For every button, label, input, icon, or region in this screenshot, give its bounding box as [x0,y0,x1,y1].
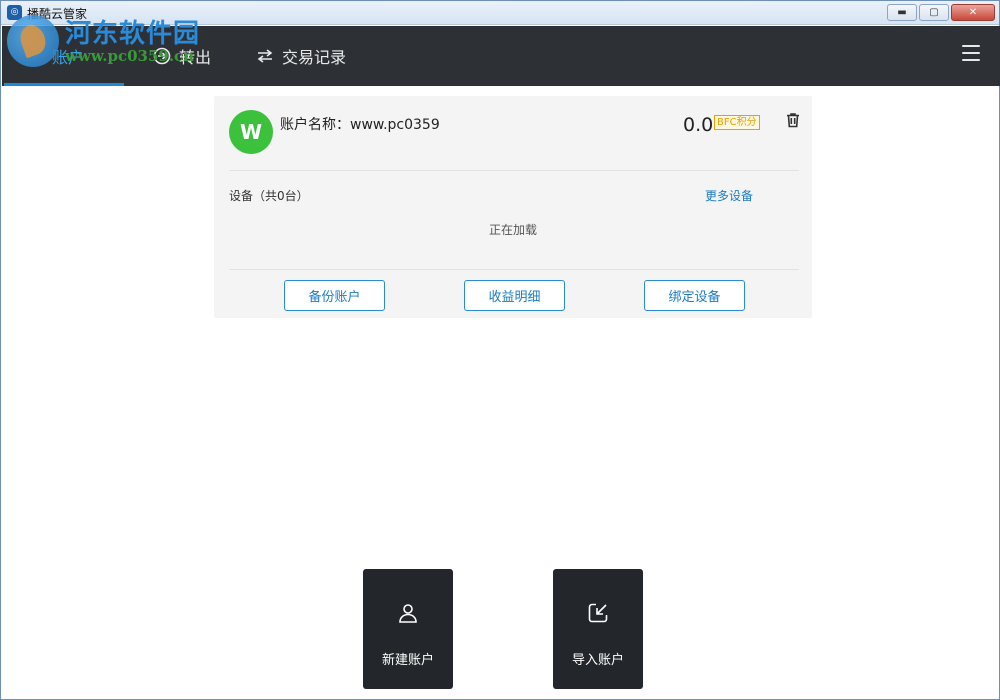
new-account-button[interactable]: 新建账户 [363,569,453,689]
account-card: W 账户名称：www.pc0359 0.0 BFC积分 设备（共0台） 更多设备… [214,96,812,318]
hamburger-menu-icon[interactable] [962,45,980,61]
delete-account-icon[interactable] [784,111,802,129]
bind-device-button[interactable]: 绑定设备 [644,280,745,311]
loading-text: 正在加载 [488,223,537,237]
app-window: ◎ 播酷云管家 ▬ ▢ ✕ 账户 转出 交易记录 河东软件园 www.pc035… [0,0,1000,700]
import-icon [587,602,609,624]
account-balance: 0.0 [683,114,714,136]
import-account-button[interactable]: 导入账户 [553,569,643,689]
avatar: W [229,110,273,154]
close-button[interactable]: ✕ [951,4,995,21]
app-logo-icon: ◎ [7,5,22,20]
tab-transfer-out-label: 转出 [179,48,212,67]
window-title: 播酷云管家 [27,7,88,21]
minimize-button[interactable]: ▬ [887,4,917,21]
user-icon [397,602,419,624]
balance-unit-badge: BFC积分 [714,115,760,130]
maximize-button[interactable]: ▢ [919,4,949,21]
account-name: 账户名称：www.pc0359 [280,117,440,133]
tab-transaction-records[interactable]: 交易记录 [256,26,346,86]
exchange-icon [256,47,274,65]
tab-transaction-records-label: 交易记录 [282,48,347,67]
earnings-details-button[interactable]: 收益明细 [464,280,565,311]
window-controls: ▬ ▢ ✕ [887,4,995,21]
more-devices-link[interactable]: 更多设备 [705,187,753,204]
top-nav: 账户 转出 交易记录 [2,26,1000,86]
devices-label: 设备（共0台） [229,189,309,203]
tab-account[interactable]: 账户 [52,26,84,86]
new-account-label: 新建账户 [381,653,434,668]
backup-account-button[interactable]: 备份账户 [284,280,385,311]
card-divider-top [229,170,799,171]
card-divider-bottom [229,269,799,270]
import-account-label: 导入账户 [571,653,624,668]
tab-account-label: 账户 [52,48,85,67]
active-tab-indicator [4,83,124,86]
transfer-out-icon [153,47,171,65]
tab-transfer-out[interactable]: 转出 [153,26,211,86]
title-bar[interactable]: ◎ 播酷云管家 ▬ ▢ ✕ [1,1,999,25]
